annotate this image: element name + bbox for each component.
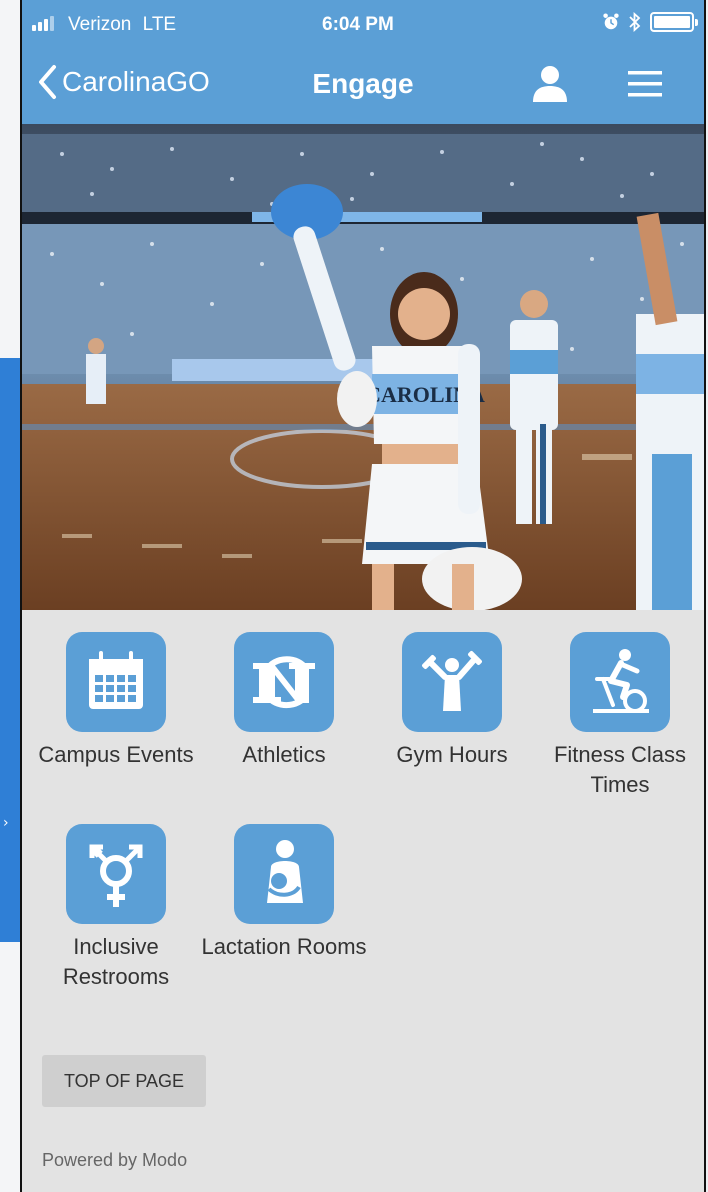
tile-gym-hours[interactable]: Gym Hours xyxy=(368,632,536,770)
tile-inclusive-restrooms[interactable]: Inclusive Restrooms xyxy=(32,824,200,992)
nav-bar: CarolinaGO Engage xyxy=(22,50,704,124)
tile-icon-box xyxy=(234,632,334,732)
tile-icon-box xyxy=(570,632,670,732)
calendar-icon xyxy=(89,651,143,709)
tile-label: Lactation Rooms xyxy=(201,934,367,959)
tile-fitness-class-times[interactable]: Fitness Class Times xyxy=(536,632,704,800)
app-header: Verizon LTE 6:04 PM CarolinaGO Engage xyxy=(22,0,704,124)
nc-logo-icon xyxy=(253,656,315,709)
tile-label: Athletics xyxy=(242,742,326,767)
feature-grid: Campus Events Athletics Gym Hours Fitnes… xyxy=(22,610,704,1040)
bluetooth-icon xyxy=(629,12,641,32)
page-title: Engage xyxy=(312,68,414,99)
tile-icon-box xyxy=(234,824,334,924)
carrier-name: Verizon xyxy=(68,14,132,35)
status-bar: Verizon LTE 6:04 PM xyxy=(22,0,704,50)
top-of-page-button[interactable]: TOP OF PAGE xyxy=(42,1055,206,1107)
alarm-icon xyxy=(603,13,619,30)
tile-icon-box xyxy=(402,632,502,732)
tile-label: Inclusive Restrooms xyxy=(62,934,170,989)
tile-label: Fitness Class Times xyxy=(553,742,687,797)
menu-icon[interactable] xyxy=(626,68,664,100)
battery-icon xyxy=(650,12,698,32)
chevron-right-icon: › xyxy=(3,815,9,831)
phone-screen: Verizon LTE 6:04 PM CarolinaGO Engage CA… xyxy=(20,0,706,1192)
tile-icon-box xyxy=(66,824,166,924)
tile-label: Campus Events xyxy=(38,742,194,767)
user-icon[interactable] xyxy=(530,64,570,104)
background-window-edge xyxy=(0,358,22,942)
status-time: 6:04 PM xyxy=(322,14,394,35)
exercise-bike-icon xyxy=(593,649,649,713)
tile-campus-events[interactable]: Campus Events xyxy=(32,632,200,770)
tile-athletics[interactable]: Athletics xyxy=(200,632,368,770)
nursing-mother-icon xyxy=(267,840,303,903)
tile-icon-box xyxy=(66,632,166,732)
hero-photo: CAROLINA xyxy=(22,124,704,610)
cheerleader-arena-image: CAROLINA xyxy=(22,124,704,610)
tile-lactation-rooms[interactable]: Lactation Rooms xyxy=(200,824,368,962)
tile-label: Gym Hours xyxy=(396,742,508,767)
weightlifter-icon xyxy=(422,651,482,711)
status-icons xyxy=(602,12,698,32)
gender-inclusive-icon xyxy=(89,844,143,907)
signal-strength-icon xyxy=(32,16,54,31)
powered-by-text: Powered by Modo xyxy=(42,1150,188,1170)
network-type: LTE xyxy=(142,14,177,35)
carrier-label: Verizon LTE xyxy=(68,14,176,36)
